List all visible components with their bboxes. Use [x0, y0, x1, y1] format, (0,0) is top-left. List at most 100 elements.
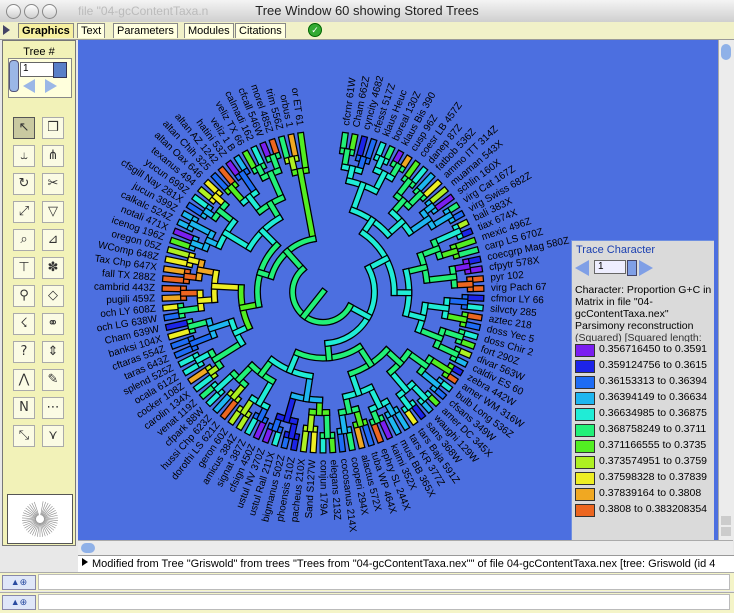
tree-branch[interactable]: [215, 343, 241, 359]
legend-state-row: 0.356716450 to 0.3591: [575, 344, 715, 357]
color-tool-icon[interactable]: ✽: [42, 257, 64, 279]
legend-next-character-icon[interactable]: [639, 260, 653, 276]
tool-palette: Tree # 1 ↖ ❒ ⥿ ⋔ ↻ ✂ ⤢ ▽ ⌕ ⊿ ⊤ ✽ ⚲ ◇ ☇ ⚭? ⇕ ⋀ ✎ N ⋯ ⤡ ⋎: [2, 40, 76, 546]
select-tool-icon[interactable]: ⋯: [42, 397, 64, 419]
branch-info-tool-icon[interactable]: ⚲: [13, 285, 35, 307]
horizontal-scroll-thumb[interactable]: [81, 543, 95, 553]
legend-title: Trace Character: [576, 244, 655, 256]
legend-state-row: 0.371166555 to 0.3735: [575, 440, 715, 453]
status-text: Modified from Tree "Griswold" from trees…: [92, 558, 715, 570]
move-branch-tool-icon[interactable]: ⤢: [13, 201, 35, 223]
expand-tool-icon[interactable]: ⋎: [42, 425, 64, 447]
tree-branch[interactable]: [287, 396, 294, 419]
tree-number-label: Tree #: [3, 46, 75, 58]
legend-enter-button[interactable]: [627, 260, 637, 276]
info-tool-icon[interactable]: ❒: [42, 117, 64, 139]
collapse-tool-icon[interactable]: ▽: [42, 201, 64, 223]
scissors-tool-icon[interactable]: ✂: [42, 173, 64, 195]
legend-state-label: 0.359124756 to 0.3615: [599, 359, 707, 371]
help-tool-icon[interactable]: ?: [13, 341, 35, 363]
legend-state-label: 0.36153313 to 0.36394: [599, 375, 707, 387]
legend-state-label: 0.3808 to 0.383208354: [599, 503, 707, 515]
legend-state-label: 0.371166555 to 0.3735: [599, 439, 706, 451]
tree-branch[interactable]: [287, 252, 303, 269]
legend-color-swatch: [575, 504, 595, 517]
prune-tool-icon[interactable]: ⤡: [13, 425, 35, 447]
tree-enter-button[interactable]: [53, 62, 67, 78]
vertical-scroll-thumb[interactable]: [721, 44, 731, 60]
scroll-up-button[interactable]: [721, 516, 731, 525]
command-input-2[interactable]: [38, 594, 730, 610]
tab-text[interactable]: Text: [77, 23, 105, 38]
legend-character-number[interactable]: 1: [594, 260, 626, 274]
thumbnail-branch: [22, 518, 36, 519]
legend-state-label: 0.356716450 to 0.3591: [599, 343, 707, 355]
paint-tool-icon[interactable]: ✎: [42, 369, 64, 391]
highlight-tool-icon[interactable]: ◇: [42, 285, 64, 307]
next-tree-arrow-icon[interactable]: [45, 79, 57, 93]
legend-character-description: Character: Proportion G+C in Matrix in f…: [575, 284, 715, 320]
taxon-label[interactable]: pugili 459Z: [106, 293, 155, 306]
ladderize-tool-icon[interactable]: ⊿: [42, 229, 64, 251]
rotate-tool-icon[interactable]: ↻: [13, 173, 35, 195]
command-icon[interactable]: ▲⊕: [2, 575, 36, 590]
legend-state-label: 0.36634985 to 0.36875: [599, 407, 707, 419]
legend-state-label: 0.37839164 to 0.3808: [599, 487, 701, 499]
name-nodes-tool-icon[interactable]: ⊤: [13, 257, 35, 279]
tree-branch[interactable]: [214, 286, 241, 287]
command-input[interactable]: [38, 574, 730, 590]
legend-reconstruction-method: Parsimony reconstruction: [575, 320, 693, 332]
legend-state-row: 0.3808 to 0.383208354: [575, 504, 715, 517]
checkmark-go-icon[interactable]: ✓: [308, 23, 322, 37]
polytomy-tool-icon[interactable]: ⋔: [42, 145, 64, 167]
stretch-tool-icon[interactable]: ⇕: [42, 341, 64, 363]
taxon-label[interactable]: cambrid 443Z: [94, 282, 155, 294]
shadow-tool-icon[interactable]: ⚭: [42, 313, 64, 335]
taxon-label[interactable]: virg Pach 67: [491, 282, 547, 294]
thumbnail-branch: [44, 518, 58, 519]
scroll-down-button[interactable]: [721, 527, 731, 536]
legend-reconstruction-extra: (Squared) [Squared length:: [575, 332, 702, 342]
legend-color-swatch: [575, 424, 595, 437]
legend-color-swatch: [575, 392, 595, 405]
tab-parameters[interactable]: Parameters: [113, 23, 178, 38]
legend-color-swatch: [575, 360, 595, 373]
arrow-tool-icon[interactable]: ↖: [13, 117, 35, 139]
legend-color-swatch: [575, 472, 595, 485]
legend-color-swatch: [575, 376, 595, 389]
reroot-tool-icon[interactable]: ⥿: [13, 145, 35, 167]
tree-branch[interactable]: [391, 372, 406, 390]
tree-branch[interactable]: [259, 381, 272, 403]
legend-color-swatch: [575, 344, 595, 357]
legend-color-swatch: [575, 488, 595, 501]
horizontal-scrollbar[interactable]: [78, 540, 733, 555]
legend-state-row: 0.36634985 to 0.36875: [575, 408, 715, 421]
legend-state-label: 0.373574951 to 0.3759: [599, 455, 707, 467]
command-icon-2[interactable]: ▲⊕: [2, 595, 36, 610]
tree-thumbnail[interactable]: [7, 494, 73, 544]
tab-expand-arrow-icon[interactable]: [3, 25, 10, 35]
command-line-1: ▲⊕: [0, 572, 734, 591]
tree-number-input[interactable]: 1: [20, 62, 56, 77]
trace-character-legend[interactable]: Trace Character 1 Character: Proportion …: [571, 240, 714, 542]
previous-tree-arrow-icon[interactable]: [23, 79, 35, 93]
legend-prev-character-icon[interactable]: [575, 260, 589, 276]
taxon-label[interactable]: elegans 213Z: [328, 459, 343, 520]
tree-branch[interactable]: [300, 171, 313, 239]
legend-color-swatch: [575, 440, 595, 453]
tree-branch[interactable]: [226, 233, 250, 247]
fuse-tool-icon[interactable]: ⋀: [13, 369, 35, 391]
legend-state-row: 0.36153313 to 0.36394: [575, 376, 715, 389]
taxon-label[interactable]: conjun 179A: [317, 460, 328, 516]
vertical-scrollbar[interactable]: [718, 40, 734, 540]
legend-state-label: 0.368758249 to 0.3711: [599, 423, 706, 435]
magnify-tool-icon[interactable]: ⌕: [13, 229, 35, 251]
tree-branch[interactable]: [427, 277, 454, 280]
tab-citations[interactable]: Citations: [235, 23, 286, 38]
tree-scroll-handle[interactable]: [9, 60, 19, 92]
name-tool-icon[interactable]: N: [13, 397, 35, 419]
trace-tool-icon[interactable]: ☇: [13, 313, 35, 335]
tree-branch[interactable]: [304, 292, 323, 316]
tab-graphics[interactable]: Graphics: [18, 23, 74, 38]
tab-modules[interactable]: Modules: [184, 23, 234, 38]
